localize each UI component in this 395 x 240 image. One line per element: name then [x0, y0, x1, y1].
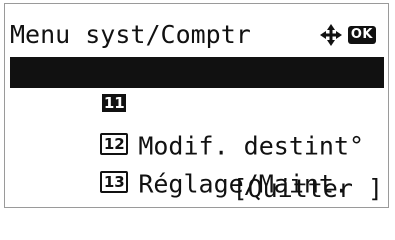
four-way-arrow-icon [319, 24, 342, 46]
nav-indicator: OK [319, 22, 376, 48]
lcd-screen: Menu syst/Comptr OK 11 Bte de documents 1… [4, 3, 389, 208]
panel-frame: Menu syst/Comptr OK 11 Bte de documents 1… [0, 0, 395, 215]
menu-item-document-box[interactable]: 11 Bte de documents [10, 57, 384, 120]
menu-item-destination-edit[interactable]: 12 Modif. destint° [10, 98, 384, 161]
quit-softkey[interactable]: [Quitter ] [10, 173, 383, 204]
ok-key-icon: OK [347, 26, 376, 44]
menu-item-adjustment-maintenance[interactable]: 13 Réglage/Maint. [10, 136, 384, 199]
